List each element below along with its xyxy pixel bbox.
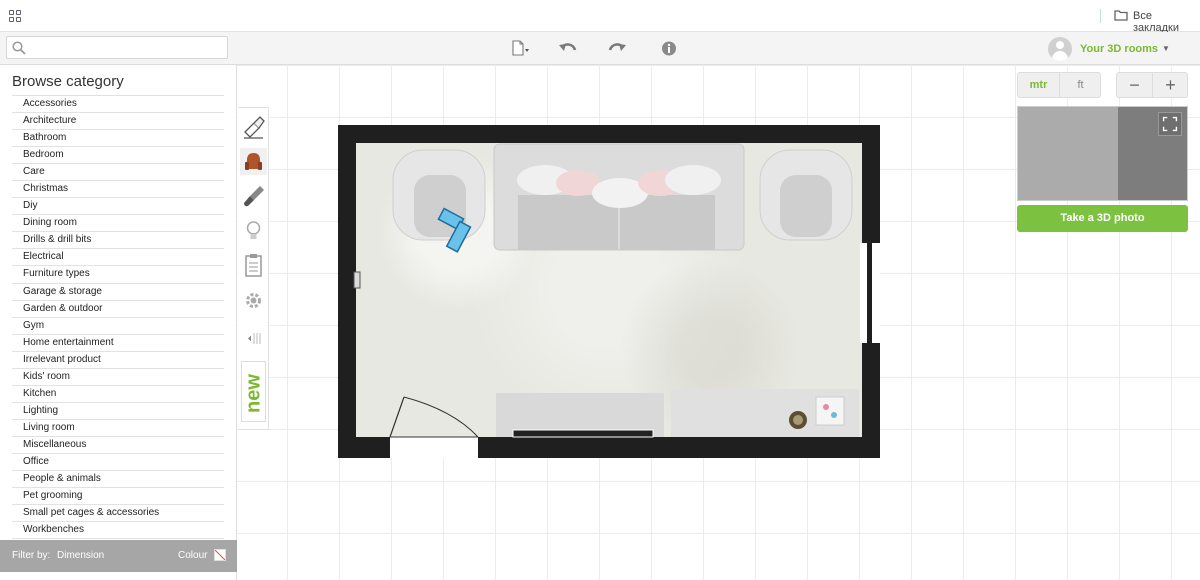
category-item[interactable]: Garage & storage bbox=[12, 284, 224, 301]
colour-swatch-icon[interactable] bbox=[214, 549, 226, 561]
unit-toggle: mtr ft bbox=[1017, 72, 1101, 98]
bookmarks-bar: Все закладки bbox=[0, 0, 1200, 34]
collapse-panel-icon[interactable] bbox=[240, 325, 267, 352]
light-bulb-icon[interactable] bbox=[240, 217, 267, 244]
undo-icon[interactable] bbox=[558, 40, 578, 57]
info-icon[interactable] bbox=[659, 40, 679, 57]
category-item[interactable]: Home entertainment bbox=[12, 335, 224, 352]
category-item[interactable]: Drills & drill bits bbox=[12, 232, 224, 250]
chevron-down-icon[interactable]: ▼ bbox=[1162, 44, 1170, 53]
category-item[interactable]: Bathroom bbox=[12, 130, 224, 148]
fullscreen-icon[interactable] bbox=[1158, 112, 1182, 136]
folder-icon[interactable] bbox=[1114, 9, 1128, 21]
all-bookmarks-link[interactable]: Все закладки bbox=[1133, 10, 1200, 34]
zoom-controls: − + bbox=[1116, 72, 1188, 98]
category-item[interactable]: Care bbox=[12, 164, 224, 182]
category-item[interactable]: Garden & outdoor bbox=[12, 301, 224, 318]
filter-colour-button[interactable]: Colour bbox=[178, 550, 207, 561]
category-item[interactable]: Electrical bbox=[12, 249, 224, 267]
decor-items[interactable] bbox=[815, 396, 845, 426]
door[interactable] bbox=[389, 396, 479, 458]
zoom-in-button[interactable]: + bbox=[1153, 73, 1188, 97]
sofa[interactable] bbox=[493, 143, 745, 251]
app-toolbar: Your 3D rooms ▼ bbox=[0, 32, 1200, 65]
draw-room-tool-icon[interactable] bbox=[240, 114, 267, 141]
category-item[interactable]: People & animals bbox=[12, 471, 224, 489]
filter-dimension-button[interactable]: Dimension bbox=[57, 550, 104, 561]
new-products-tab[interactable]: new bbox=[241, 361, 266, 422]
category-item[interactable]: Gym bbox=[12, 318, 224, 335]
room-furniture-layer bbox=[353, 143, 880, 458]
unit-feet-button[interactable]: ft bbox=[1060, 73, 1101, 97]
window[interactable] bbox=[860, 243, 880, 343]
gear-icon[interactable] bbox=[240, 287, 267, 314]
furniture-armchair-icon[interactable] bbox=[240, 148, 267, 175]
wall-socket[interactable] bbox=[353, 271, 361, 289]
category-item[interactable]: Irrelevant product bbox=[12, 352, 224, 369]
category-item[interactable]: Living room bbox=[12, 420, 224, 437]
category-item[interactable]: Miscellaneous bbox=[12, 437, 224, 454]
zoom-out-button[interactable]: − bbox=[1117, 73, 1153, 97]
category-item[interactable]: Office bbox=[12, 454, 224, 472]
category-item[interactable]: Small pet cages & accessories bbox=[12, 505, 224, 523]
search-icon bbox=[12, 41, 26, 55]
category-item[interactable]: Pet grooming bbox=[12, 488, 224, 506]
redo-icon[interactable] bbox=[607, 40, 627, 57]
search-box[interactable] bbox=[6, 36, 228, 59]
category-item[interactable]: Architecture bbox=[12, 113, 224, 131]
take-3d-photo-button[interactable]: Take a 3D photo bbox=[1017, 205, 1188, 232]
category-item[interactable]: Lighting bbox=[12, 403, 224, 420]
filter-by-label: Filter by: bbox=[12, 550, 51, 561]
category-sidebar: Browse category Accessories Architecture… bbox=[0, 65, 237, 580]
category-item[interactable]: Kids' room bbox=[12, 369, 224, 386]
preview-wall-left bbox=[1018, 107, 1118, 200]
category-list: Accessories Architecture Bathroom Bedroo… bbox=[12, 95, 224, 540]
your-3d-rooms-link[interactable]: Your 3D rooms bbox=[1080, 43, 1158, 55]
category-item[interactable]: Workbenches bbox=[12, 522, 224, 540]
search-input[interactable] bbox=[31, 39, 223, 56]
new-products-label: new bbox=[242, 374, 265, 413]
browse-category-title: Browse category bbox=[12, 73, 124, 90]
bookmarks-separator bbox=[1100, 9, 1101, 23]
new-file-icon[interactable] bbox=[510, 40, 530, 57]
apps-grid-icon[interactable] bbox=[9, 10, 21, 22]
category-item[interactable]: Furniture types bbox=[12, 266, 224, 284]
clipboard-list-icon[interactable] bbox=[240, 252, 267, 279]
armchair-right[interactable] bbox=[759, 149, 853, 241]
room-walls[interactable] bbox=[338, 125, 880, 458]
paint-brush-icon[interactable] bbox=[240, 183, 267, 210]
category-item[interactable]: Bedroom bbox=[12, 147, 224, 165]
filter-bar: Filter by: Dimension Colour bbox=[0, 540, 237, 572]
category-item[interactable]: Kitchen bbox=[12, 386, 224, 403]
category-item[interactable]: Accessories bbox=[12, 96, 224, 114]
avatar bbox=[1048, 37, 1072, 61]
3d-preview[interactable] bbox=[1017, 106, 1188, 201]
category-item[interactable]: Diy bbox=[12, 198, 224, 216]
category-item[interactable]: Christmas bbox=[12, 181, 224, 199]
unit-metric-button[interactable]: mtr bbox=[1018, 73, 1060, 97]
category-item[interactable]: Dining room bbox=[12, 215, 224, 233]
armchair-left[interactable] bbox=[392, 149, 486, 241]
tv[interactable] bbox=[512, 429, 654, 438]
